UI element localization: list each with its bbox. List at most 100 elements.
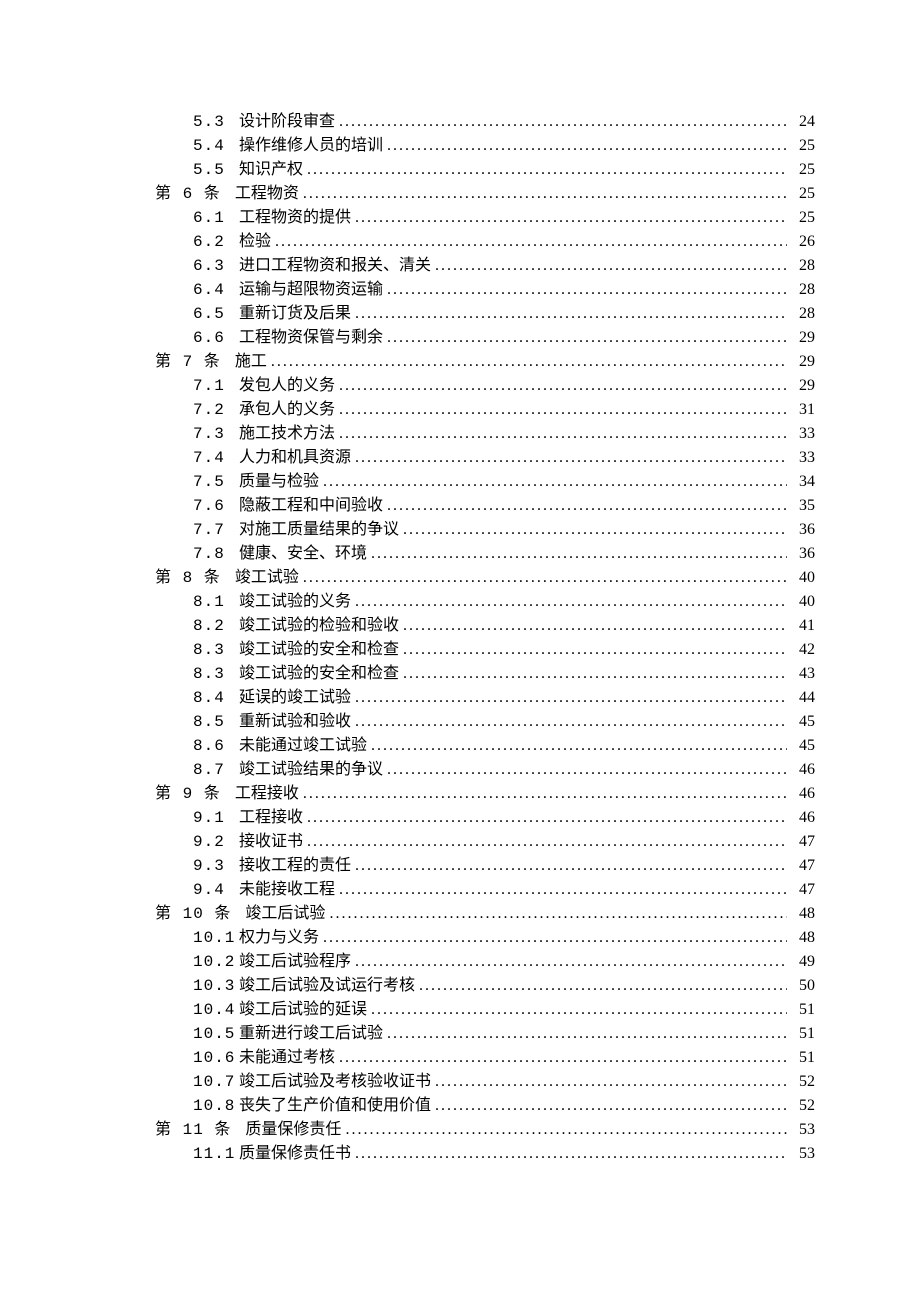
toc-entry[interactable]: 10.2竣工后试验程序49 (193, 950, 815, 974)
toc-entry-title: 竣工后试验及试运行考核 (239, 974, 415, 998)
toc-entry-title: 知识产权 (239, 158, 303, 182)
toc-leader-dots (403, 518, 787, 542)
toc-entry[interactable]: 10.5重新进行竣工后试验51 (193, 1022, 815, 1046)
toc-entry-number: 8.5 (193, 710, 233, 734)
toc-entry[interactable]: 10.8丧失了生产价值和使用价值52 (193, 1094, 815, 1118)
toc-entry-title: 工程接收 (235, 782, 299, 806)
toc-entry-title: 施工 (235, 350, 267, 374)
toc-entry-page: 48 (791, 926, 815, 950)
toc-entry[interactable]: 10.4竣工后试验的延误51 (193, 998, 815, 1022)
toc-entry[interactable]: 5.5知识产权25 (193, 158, 815, 182)
toc-entry[interactable]: 7.5质量与检验 34 (193, 470, 815, 494)
toc-entry[interactable]: 9.3接收工程的责任47 (193, 854, 815, 878)
toc-leader-dots (339, 110, 787, 134)
toc-leader-dots (355, 206, 787, 230)
toc-entry-page: 47 (791, 830, 815, 854)
toc-entry-title: 竣工试验的检验和验收 (239, 614, 399, 638)
toc-leader-dots (435, 1070, 787, 1094)
toc-entry[interactable]: 7.3施工技术方法33 (193, 422, 815, 446)
toc-leader-dots (339, 398, 787, 422)
toc-entry-number: 8.7 (193, 758, 233, 782)
toc-leader-dots (403, 638, 787, 662)
toc-entry[interactable]: 8.4延误的竣工试验44 (193, 686, 815, 710)
toc-entry-number: 10.8 (193, 1094, 233, 1118)
toc-entry-page: 31 (791, 398, 815, 422)
toc-entry[interactable]: 7.2承包人的义务31 (193, 398, 815, 422)
toc-entry-page: 33 (791, 446, 815, 470)
toc-entry[interactable]: 第 8 条竣工试验40 (155, 566, 815, 590)
toc-entry[interactable]: 6.2检验26 (193, 230, 815, 254)
toc-entry[interactable]: 6.4运输与超限物资运输28 (193, 278, 815, 302)
toc-entry[interactable]: 10.1权力与义务48 (193, 926, 815, 950)
toc-entry-number: 8.6 (193, 734, 233, 758)
toc-leader-dots (307, 806, 787, 830)
toc-leader-dots (329, 902, 787, 926)
toc-entry-page: 53 (791, 1142, 815, 1166)
toc-leader-dots (371, 542, 787, 566)
toc-leader-dots (403, 662, 787, 686)
toc-entry[interactable]: 第 6 条工程物资25 (155, 182, 815, 206)
toc-entry[interactable]: 8.1竣工试验的义务40 (193, 590, 815, 614)
toc-entry[interactable]: 9.4未能接收工程47 (193, 878, 815, 902)
toc-entry[interactable]: 6.6工程物资保管与剩余29 (193, 326, 815, 350)
toc-entry[interactable]: 8.6未能通过竣工试验45 (193, 734, 815, 758)
toc-entry-title: 对施工质量结果的争议 (239, 518, 399, 542)
toc-entry[interactable]: 7.6隐蔽工程和中间验收35 (193, 494, 815, 518)
toc-entry-number: 10.5 (193, 1022, 233, 1046)
toc-leader-dots (303, 182, 787, 206)
toc-entry[interactable]: 9.2接收证书47 (193, 830, 815, 854)
toc-entry[interactable]: 6.5重新订货及后果28 (193, 302, 815, 326)
toc-entry[interactable]: 8.7竣工试验结果的争议46 (193, 758, 815, 782)
toc-leader-dots (371, 998, 787, 1022)
toc-entry[interactable]: 5.4操作维修人员的培训25 (193, 134, 815, 158)
toc-entry[interactable]: 6.3进口工程物资和报关、清关28 (193, 254, 815, 278)
toc-entry-number: 7.5 (193, 470, 233, 494)
toc-page: 5.3设计阶段审查245.4操作维修人员的培训255.5知识产权25第 6 条工… (0, 0, 920, 1266)
toc-leader-dots (387, 758, 787, 782)
toc-entry[interactable]: 9.1工程接收46 (193, 806, 815, 830)
toc-leader-dots (355, 686, 787, 710)
toc-entry-page: 47 (791, 878, 815, 902)
toc-entry-page: 29 (791, 374, 815, 398)
toc-entry-number: 7.3 (193, 422, 233, 446)
toc-entry-number: 6.4 (193, 278, 233, 302)
toc-entry-page: 41 (791, 614, 815, 638)
toc-entry[interactable]: 7.4人力和机具资源 33 (193, 446, 815, 470)
toc-leader-dots (355, 302, 787, 326)
toc-entry-page: 25 (791, 134, 815, 158)
toc-entry-title: 设计阶段审查 (239, 110, 335, 134)
toc-entry-page: 46 (791, 806, 815, 830)
toc-entry[interactable]: 8.5重新试验和验收45 (193, 710, 815, 734)
toc-entry[interactable]: 第 7 条施工29 (155, 350, 815, 374)
toc-entry[interactable]: 7.1发包人的义务29 (193, 374, 815, 398)
toc-entry[interactable]: 第 10 条竣工后试验48 (155, 902, 815, 926)
toc-entry-page: 44 (791, 686, 815, 710)
toc-entry[interactable]: 第 9 条工程接收46 (155, 782, 815, 806)
toc-entry[interactable]: 11.1质量保修责任书53 (193, 1142, 815, 1166)
toc-entry-page: 47 (791, 854, 815, 878)
toc-entry[interactable]: 10.6未能通过考核51 (193, 1046, 815, 1070)
toc-entry[interactable]: 5.3设计阶段审查24 (193, 110, 815, 134)
toc-leader-dots (323, 926, 787, 950)
toc-entry-number: 10.6 (193, 1046, 233, 1070)
toc-entry-number: 第 8 条 (155, 566, 221, 590)
toc-entry[interactable]: 7.7对施工质量结果的争议36 (193, 518, 815, 542)
toc-entry-number: 10.1 (193, 926, 233, 950)
toc-entry[interactable]: 10.3竣工后试验及试运行考核50 (193, 974, 815, 998)
toc-entry-page: 34 (791, 470, 815, 494)
toc-entry-title: 质量与检验 (239, 470, 319, 494)
toc-entry-number: 7.4 (193, 446, 233, 470)
toc-entry-title: 人力和机具资源 (239, 446, 351, 470)
toc-entry[interactable]: 第 11 条质量保修责任53 (155, 1118, 815, 1142)
toc-entry-title: 工程物资 (235, 182, 299, 206)
toc-entry[interactable]: 8.3竣工试验的安全和检查43 (193, 662, 815, 686)
toc-entry[interactable]: 7.8健康、安全、环境36 (193, 542, 815, 566)
toc-entry-page: 28 (791, 302, 815, 326)
toc-entry[interactable]: 10.7竣工后试验及考核验收证书52 (193, 1070, 815, 1094)
toc-entry[interactable]: 8.2竣工试验的检验和验收41 (193, 614, 815, 638)
toc-entry[interactable]: 8.3竣工试验的安全和检查42 (193, 638, 815, 662)
toc-entry-page: 35 (791, 494, 815, 518)
toc-entry[interactable]: 6.1工程物资的提供25 (193, 206, 815, 230)
toc-entry-page: 53 (791, 1118, 815, 1142)
toc-entry-title: 竣工后试验程序 (239, 950, 351, 974)
